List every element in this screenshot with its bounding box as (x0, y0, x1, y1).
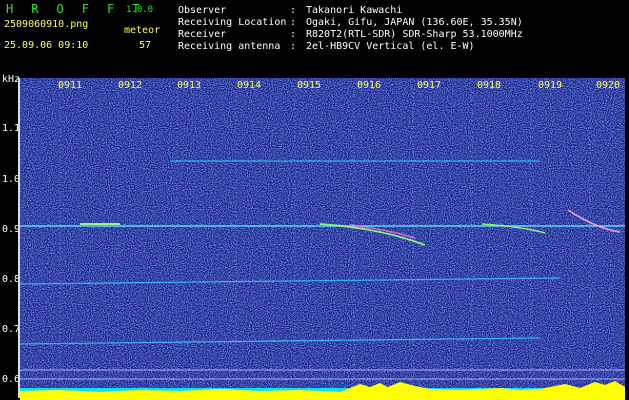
meteor-label: meteor (124, 25, 161, 36)
x-tick-label: 0913 (177, 80, 202, 91)
x-tick-label: 0918 (477, 80, 502, 91)
antenna-value: 2el-HB9CV Vertical (el. E-W) (306, 41, 475, 52)
x-tick-label: 0920 (596, 80, 621, 91)
info-colon: : (290, 5, 297, 16)
receiver-value: R820T2(RTL-SDR) SDR-Sharp 53.1000MHz (306, 29, 523, 40)
info-colon: : (290, 17, 297, 28)
info-colon: : (290, 41, 297, 52)
observer-key: Observer (178, 5, 227, 16)
spectrogram (20, 78, 625, 400)
meteor-count: 57 (139, 40, 152, 51)
x-tick-label: 0914 (237, 80, 262, 91)
location-key: Receiving Location (178, 17, 287, 28)
x-tick-label: 0919 (538, 80, 563, 91)
file-name: 2509060910.png (4, 19, 89, 30)
receiver-key: Receiver (178, 29, 227, 40)
app-version: 1.0.0 (126, 5, 154, 15)
noise-texture (20, 78, 625, 400)
x-tick-label: 0912 (118, 80, 143, 91)
location-value: Ogaki, Gifu, JAPAN (136.60E, 35.35N) (306, 17, 523, 28)
observer-value: Takanori Kawachi (306, 5, 403, 16)
x-tick-label: 0916 (357, 80, 382, 91)
antenna-key: Receiving antenna (178, 41, 281, 52)
x-tick-label: 0911 (58, 80, 83, 91)
app-title: H R O F F T (6, 2, 145, 16)
date-time: 25.09.06 09:10 (4, 40, 89, 51)
spectrogram-canvas (20, 78, 625, 400)
x-tick-label: 0915 (297, 80, 322, 91)
x-tick-label: 0917 (417, 80, 442, 91)
header-panel: H R O F F T 1.0.0 2509060910.png meteor … (0, 0, 629, 76)
info-colon: : (290, 29, 297, 40)
